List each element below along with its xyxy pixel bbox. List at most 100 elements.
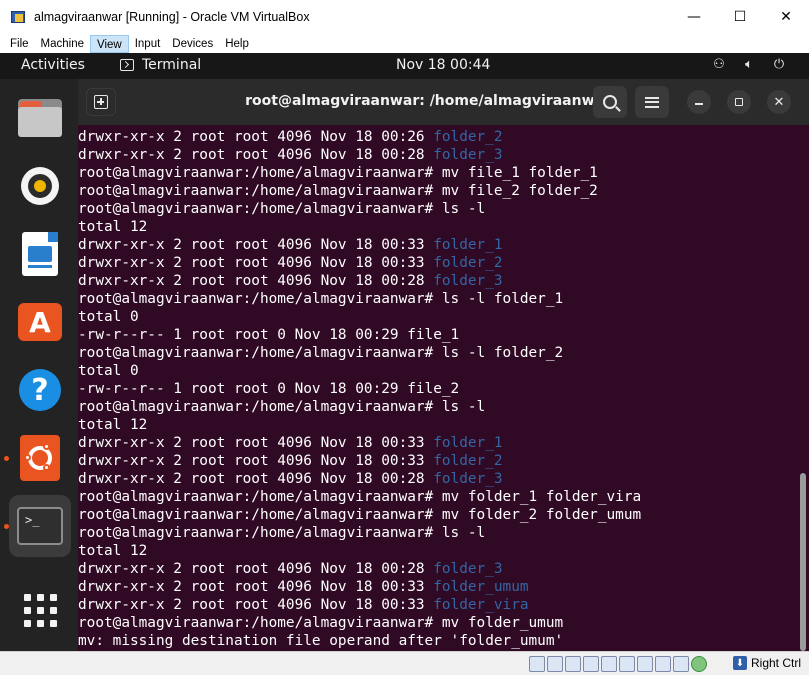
system-tray[interactable]: ⚇ 🔈︎ ⏻ <box>711 57 787 72</box>
terminal-line-text: -rw-r--r-- 1 root root 0 Nov 18 00:29 fi… <box>78 381 460 397</box>
search-button[interactable] <box>593 86 627 118</box>
terminal-title: root@almagviraanwar: /home/almagviraanwa… <box>245 93 611 109</box>
terminal-line: drwxr-xr-x 2 root root 4096 Nov 18 00:33… <box>78 452 798 470</box>
app-menu-terminal[interactable]: Terminal <box>120 57 201 73</box>
hamburger-icon <box>645 96 659 108</box>
terminal-line: root@almagviraanwar:/home/almagviraanwar… <box>78 506 798 524</box>
new-tab-icon <box>94 95 108 109</box>
terminal-line: drwxr-xr-x 2 root root 4096 Nov 18 00:28… <box>78 146 798 164</box>
terminal-line: total 0 <box>78 308 798 326</box>
help-icon: ? <box>19 369 61 411</box>
dock-rhythmbox[interactable] <box>9 155 71 217</box>
host-key-indicator: ⬇ Right Ctrl <box>732 656 801 670</box>
new-tab-button[interactable] <box>86 88 116 116</box>
arrow-down-icon: ⬇ <box>732 656 747 670</box>
software-center-icon: A <box>18 303 62 341</box>
terminal-line-text: drwxr-xr-x 2 root root 4096 Nov 18 00:28 <box>78 147 434 163</box>
close-icon: ✕ <box>773 94 785 110</box>
menu-machine[interactable]: Machine <box>35 35 90 53</box>
gnome-topbar: Activities Terminal Nov 18 00:44 ⚇ 🔈︎ ⏻ <box>0 53 809 79</box>
terminal-line: drwxr-xr-x 2 root root 4096 Nov 18 00:33… <box>78 254 798 272</box>
vm-screen[interactable]: Activities Terminal Nov 18 00:44 ⚇ 🔈︎ ⏻ … <box>0 53 809 651</box>
terminal-line-text: total 12 <box>78 417 148 433</box>
terminal-line: root@almagviraanwar:/home/almagviraanwar… <box>78 164 798 182</box>
menu-input[interactable]: Input <box>129 35 167 53</box>
terminal-line-text: root@almagviraanwar:/home/almagviraanwar… <box>78 615 564 631</box>
terminal-line: root@almagviraanwar:/home/almagviraanwar… <box>78 182 798 200</box>
terminal-minimize-button[interactable] <box>687 90 711 114</box>
terminal-line-text: root@almagviraanwar:/home/almagviraanwar… <box>78 489 642 505</box>
terminal-scrollbar[interactable] <box>800 473 806 651</box>
terminal-line: drwxr-xr-x 2 root root 4096 Nov 18 00:33… <box>78 434 798 452</box>
terminal-line-text: root@almagviraanwar:/home/almagviraanwar… <box>78 291 564 307</box>
shared-folders-icon[interactable] <box>619 656 635 672</box>
terminal-line: root@almagviraanwar:/home/almagviraanwar… <box>78 200 798 218</box>
terminal-line: root@almagviraanwar:/home/almagviraanwar… <box>78 290 798 308</box>
maximize-button[interactable]: ☐ <box>717 0 763 34</box>
terminal-window[interactable]: root@almagviraanwar: /home/almagviraanwa… <box>78 79 809 651</box>
dock-terminal[interactable]: >_ <box>9 495 71 557</box>
volume-icon: 🔈︎ <box>745 57 753 72</box>
terminal-maximize-button[interactable] <box>727 90 751 114</box>
terminal-line-text: drwxr-xr-x 2 root root 4096 Nov 18 00:28 <box>78 471 434 487</box>
terminal-output[interactable]: drwxr-xr-x 2 root root 4096 Nov 18 00:26… <box>78 128 798 651</box>
minimize-button[interactable]: — <box>671 0 717 34</box>
terminal-line: drwxr-xr-x 2 root root 4096 Nov 18 00:28… <box>78 560 798 578</box>
terminal-line-text: mv: missing destination file operand aft… <box>78 633 564 649</box>
mouse-integration-icon[interactable] <box>691 656 707 672</box>
terminal-line: drwxr-xr-x 2 root root 4096 Nov 18 00:33… <box>78 596 798 614</box>
dock-software-center[interactable]: A <box>9 291 71 353</box>
menu-view[interactable]: View <box>90 34 129 53</box>
network-adapter-icon[interactable] <box>583 656 599 672</box>
host-window-title: almagviraanwar [Running] - Oracle VM Vir… <box>34 10 310 24</box>
app-grid-icon <box>23 593 57 627</box>
cpu-icon[interactable] <box>673 656 689 672</box>
power-icon: ⏻ <box>773 57 785 72</box>
hdd-icon[interactable] <box>529 656 545 672</box>
running-indicator <box>4 524 9 529</box>
usb-icon[interactable] <box>601 656 617 672</box>
dock: A ? >_ <box>0 79 78 651</box>
network-icon: ⚇ <box>713 57 725 72</box>
display-icon[interactable] <box>637 656 653 672</box>
terminal-line-text: drwxr-xr-x 2 root root 4096 Nov 18 00:26 <box>78 129 434 145</box>
close-button[interactable]: ✕ <box>763 0 809 34</box>
terminal-line-text: root@almagviraanwar:/home/almagviraanwar… <box>78 507 642 523</box>
terminal-line-text: total 0 <box>78 309 139 325</box>
terminal-line: -rw-r--r-- 1 root root 0 Nov 18 00:29 fi… <box>78 380 798 398</box>
dock-help[interactable]: ? <box>9 359 71 421</box>
terminal-line-text: drwxr-xr-x 2 root root 4096 Nov 18 00:33 <box>78 255 434 271</box>
menu-devices[interactable]: Devices <box>166 35 219 53</box>
terminal-line: total 12 <box>78 542 798 560</box>
terminal-line: mv: missing destination file operand aft… <box>78 632 798 650</box>
host-menubar: File Machine View Input Devices Help <box>0 34 809 53</box>
menu-button[interactable] <box>635 86 669 118</box>
terminal-line-text: total 0 <box>78 363 139 379</box>
activities-button[interactable]: Activities <box>21 57 85 73</box>
dock-ubuntu[interactable] <box>9 427 71 489</box>
optical-drive-icon[interactable] <box>547 656 563 672</box>
terminal-line-text: root@almagviraanwar:/home/almagviraanwar… <box>78 345 564 361</box>
clock[interactable]: Nov 18 00:44 <box>396 57 490 73</box>
dock-app-grid[interactable] <box>9 579 71 641</box>
terminal-line-text: root@almagviraanwar:/home/almagviraanwar… <box>78 399 486 415</box>
terminal-line-text: root@almagviraanwar:/home/almagviraanwar… <box>78 201 486 217</box>
menu-help[interactable]: Help <box>219 35 255 53</box>
menu-file[interactable]: File <box>4 35 35 53</box>
directory-name: folder_3 <box>433 561 503 577</box>
terminal-line-text: root@almagviraanwar:/home/almagviraanwar… <box>78 183 598 199</box>
directory-name: folder_2 <box>433 453 503 469</box>
terminal-line: drwxr-xr-x 2 root root 4096 Nov 18 00:33… <box>78 236 798 254</box>
dock-writer[interactable] <box>9 223 71 285</box>
directory-name: folder_2 <box>433 129 503 145</box>
window-controls: — ☐ ✕ <box>671 0 809 34</box>
rhythmbox-icon <box>21 167 59 205</box>
terminal-line: total 0 <box>78 362 798 380</box>
dock-files[interactable] <box>9 87 71 149</box>
terminal-close-button[interactable]: ✕ <box>767 90 791 114</box>
audio-icon[interactable] <box>565 656 581 672</box>
terminal-headerbar: root@almagviraanwar: /home/almagviraanwa… <box>78 79 809 125</box>
recording-icon[interactable] <box>655 656 671 672</box>
directory-name: folder_vira <box>433 597 529 613</box>
host-key-label: Right Ctrl <box>750 656 801 670</box>
